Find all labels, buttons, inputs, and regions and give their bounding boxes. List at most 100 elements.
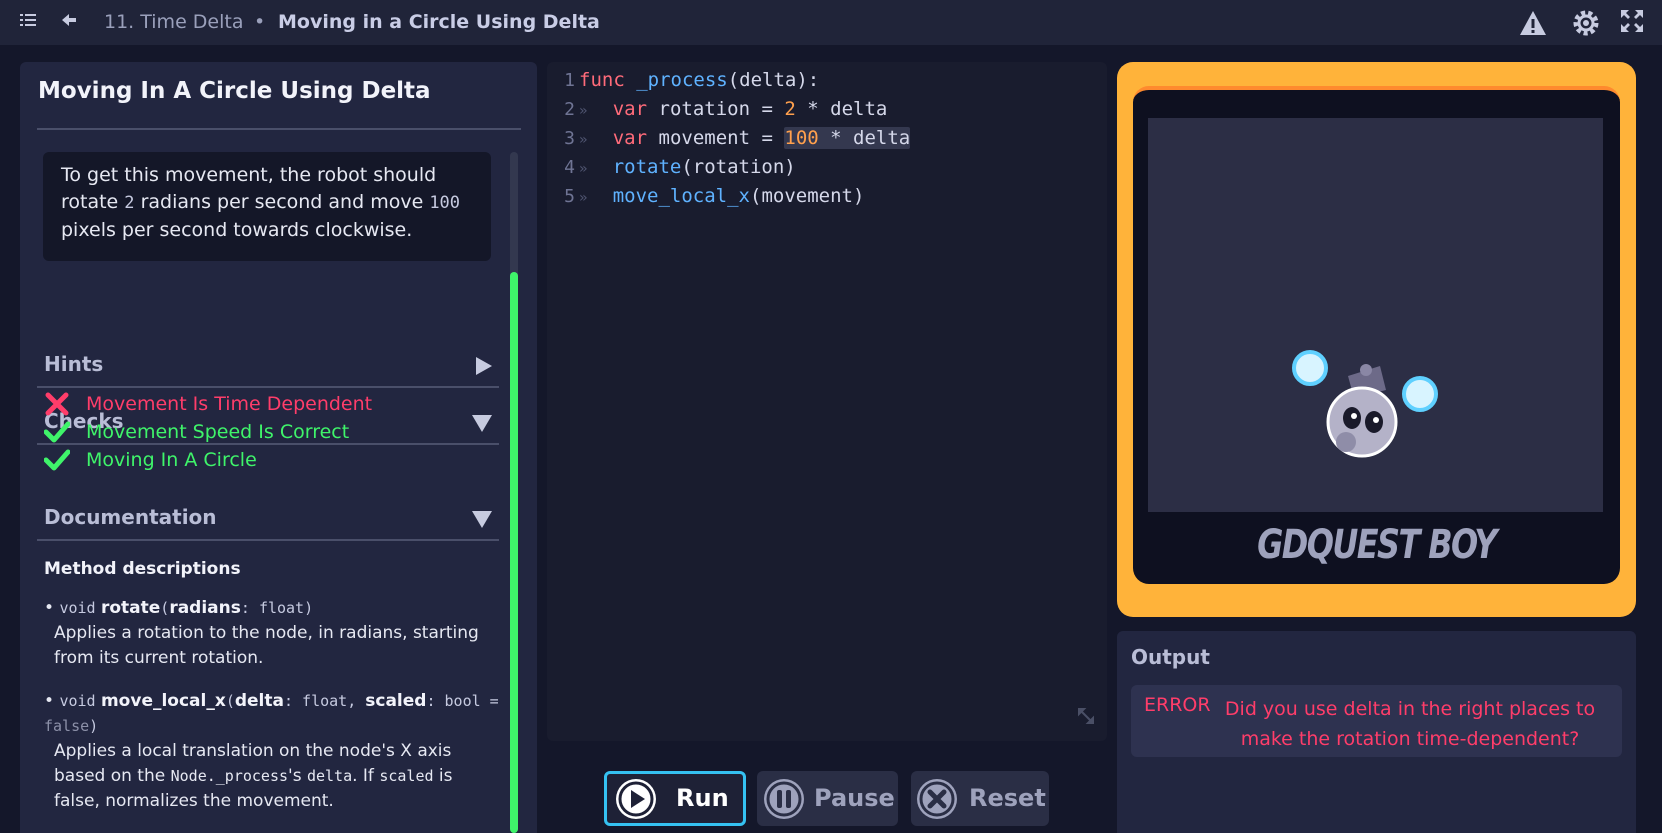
number-literal: 100 <box>784 127 819 149</box>
output-title: Output <box>1131 645 1210 669</box>
bullet: • <box>44 691 55 711</box>
desc-text: . If <box>352 766 380 786</box>
game-preview-frame: GDQUEST BOY <box>1117 62 1636 617</box>
line-number: 5 <box>564 186 575 207</box>
param-default: false <box>44 717 90 735</box>
pause-button[interactable]: Pause <box>757 771 898 826</box>
return-type: void <box>59 692 96 710</box>
fullscreen-icon[interactable] <box>1618 8 1646 36</box>
collapse-triangle-icon <box>471 413 493 437</box>
code-line[interactable]: func _process(delta): <box>579 69 819 91</box>
title-divider <box>37 128 521 130</box>
code-line[interactable]: » var movement = 100 * delta <box>579 127 911 149</box>
desc-text: 's <box>288 766 307 786</box>
warning-icon[interactable] <box>1518 8 1548 38</box>
method-description: Applies a local translation on the node'… <box>44 739 499 814</box>
keyword: var <box>612 98 648 120</box>
pause-icon <box>764 779 804 819</box>
bullet: • <box>44 598 55 618</box>
lesson-panel: Moving In A Circle Using Delta To get th… <box>20 62 537 833</box>
output-panel: Output ERROR Did you use delta in the ri… <box>1117 631 1636 833</box>
output-message: ERROR Did you use delta in the right pla… <box>1131 685 1622 757</box>
function-name: move_local_x <box>612 185 750 207</box>
code-line[interactable]: » move_local_x(movement) <box>579 185 864 207</box>
method-doc-rotate: • void rotate(radians: float) Applies a … <box>44 596 499 671</box>
operator: = <box>761 127 773 149</box>
param-type: float <box>302 692 348 710</box>
checkmark-icon <box>43 419 71 445</box>
variable-name: movement <box>658 127 751 149</box>
code-editor[interactable]: 1 2 3 4 5 func _process(delta): » var ro… <box>547 62 1107 741</box>
goal-text-mid: radians per second and move <box>134 191 430 213</box>
expand-editor-icon[interactable] <box>1077 707 1095 729</box>
check-label: Movement Is Time Dependent <box>86 393 373 415</box>
function-name: _process <box>636 69 728 91</box>
lesson-title: Moving In A Circle Using Delta <box>38 78 431 104</box>
variable-name: rotation <box>658 98 751 120</box>
param-name: scaled <box>365 691 427 711</box>
game-console: GDQUEST BOY <box>1133 86 1620 584</box>
run-label: Run <box>676 784 729 812</box>
line-number: 3 <box>564 128 575 149</box>
goal-number-movement: 100 <box>429 193 461 213</box>
line-number: 1 <box>564 70 575 91</box>
documentation-section-header[interactable]: Documentation <box>37 499 499 541</box>
console-brand-logo: GDQUEST BOY <box>1257 522 1497 568</box>
operator: = <box>761 98 773 120</box>
line-number: 4 <box>564 157 575 178</box>
method-name: rotate <box>100 598 161 618</box>
code-text: (rotation) <box>681 156 796 178</box>
cross-icon <box>44 391 70 417</box>
reset-button[interactable]: Reset <box>911 771 1049 826</box>
game-screen[interactable] <box>1148 118 1603 512</box>
param-name: radians <box>169 598 241 618</box>
method-name: move_local_x <box>100 691 226 711</box>
code-text: * delta <box>830 127 911 149</box>
keyword: func <box>579 69 625 91</box>
method-description: Applies a rotation to the node, in radia… <box>54 623 479 668</box>
goal-number-rotation: 2 <box>124 193 135 213</box>
breadcrumb-lesson: Moving in a Circle Using Delta <box>278 11 600 33</box>
goal-box: To get this movement, the robot should r… <box>43 152 491 261</box>
reset-x-icon <box>917 779 957 819</box>
method-signature: • void move_local_x(delta: float, scaled… <box>44 691 499 735</box>
number-literal: 2 <box>784 98 796 120</box>
hints-label: Hints <box>44 352 104 376</box>
error-message: Did you use delta in the right places to… <box>1224 698 1596 750</box>
return-type: void <box>59 599 96 617</box>
robot-sprite <box>1292 350 1438 458</box>
param-type: float <box>258 599 305 617</box>
back-icon[interactable] <box>57 11 81 35</box>
method-signature: • void rotate(radians: float) <box>44 598 314 618</box>
code-line[interactable]: » rotate(rotation) <box>579 156 796 178</box>
code-text: * delta <box>807 98 888 120</box>
pause-label: Pause <box>814 784 895 812</box>
scrollbar-thumb[interactable] <box>510 272 518 833</box>
gear-icon[interactable] <box>1571 8 1601 38</box>
method-doc-move-local-x: • void move_local_x(delta: float, scaled… <box>44 689 499 814</box>
menu-icon[interactable] <box>16 11 40 35</box>
desc-code: scaled <box>379 767 434 785</box>
expand-triangle-icon <box>473 356 493 380</box>
desc-code: delta <box>306 767 353 785</box>
hints-section-header[interactable]: Hints <box>37 346 499 388</box>
check-label: Moving In A Circle <box>86 449 257 471</box>
play-icon <box>616 779 656 819</box>
desc-code: Node._process <box>170 767 289 785</box>
method-descriptions-title: Method descriptions <box>44 559 241 579</box>
goal-text-post: pixels per second towards clockwise. <box>61 219 413 241</box>
checkmark-icon <box>43 447 71 473</box>
breadcrumb-separator: • <box>254 11 266 33</box>
reset-label: Reset <box>969 784 1046 812</box>
line-number: 2 <box>564 99 575 120</box>
param-name: delta <box>234 691 284 711</box>
code-text: (delta): <box>727 69 820 91</box>
breadcrumb-chapter[interactable]: 11. Time Delta <box>104 11 244 33</box>
check-label: Movement Speed Is Correct <box>86 421 350 443</box>
collapse-triangle-icon <box>471 509 493 533</box>
code-text: (movement) <box>750 185 865 207</box>
top-bar: 11. Time Delta • Moving in a Circle Usin… <box>0 0 1662 45</box>
code-line[interactable]: » var rotation = 2 * delta <box>579 98 887 120</box>
error-tag: ERROR <box>1144 694 1211 716</box>
run-button[interactable]: Run <box>604 771 746 826</box>
